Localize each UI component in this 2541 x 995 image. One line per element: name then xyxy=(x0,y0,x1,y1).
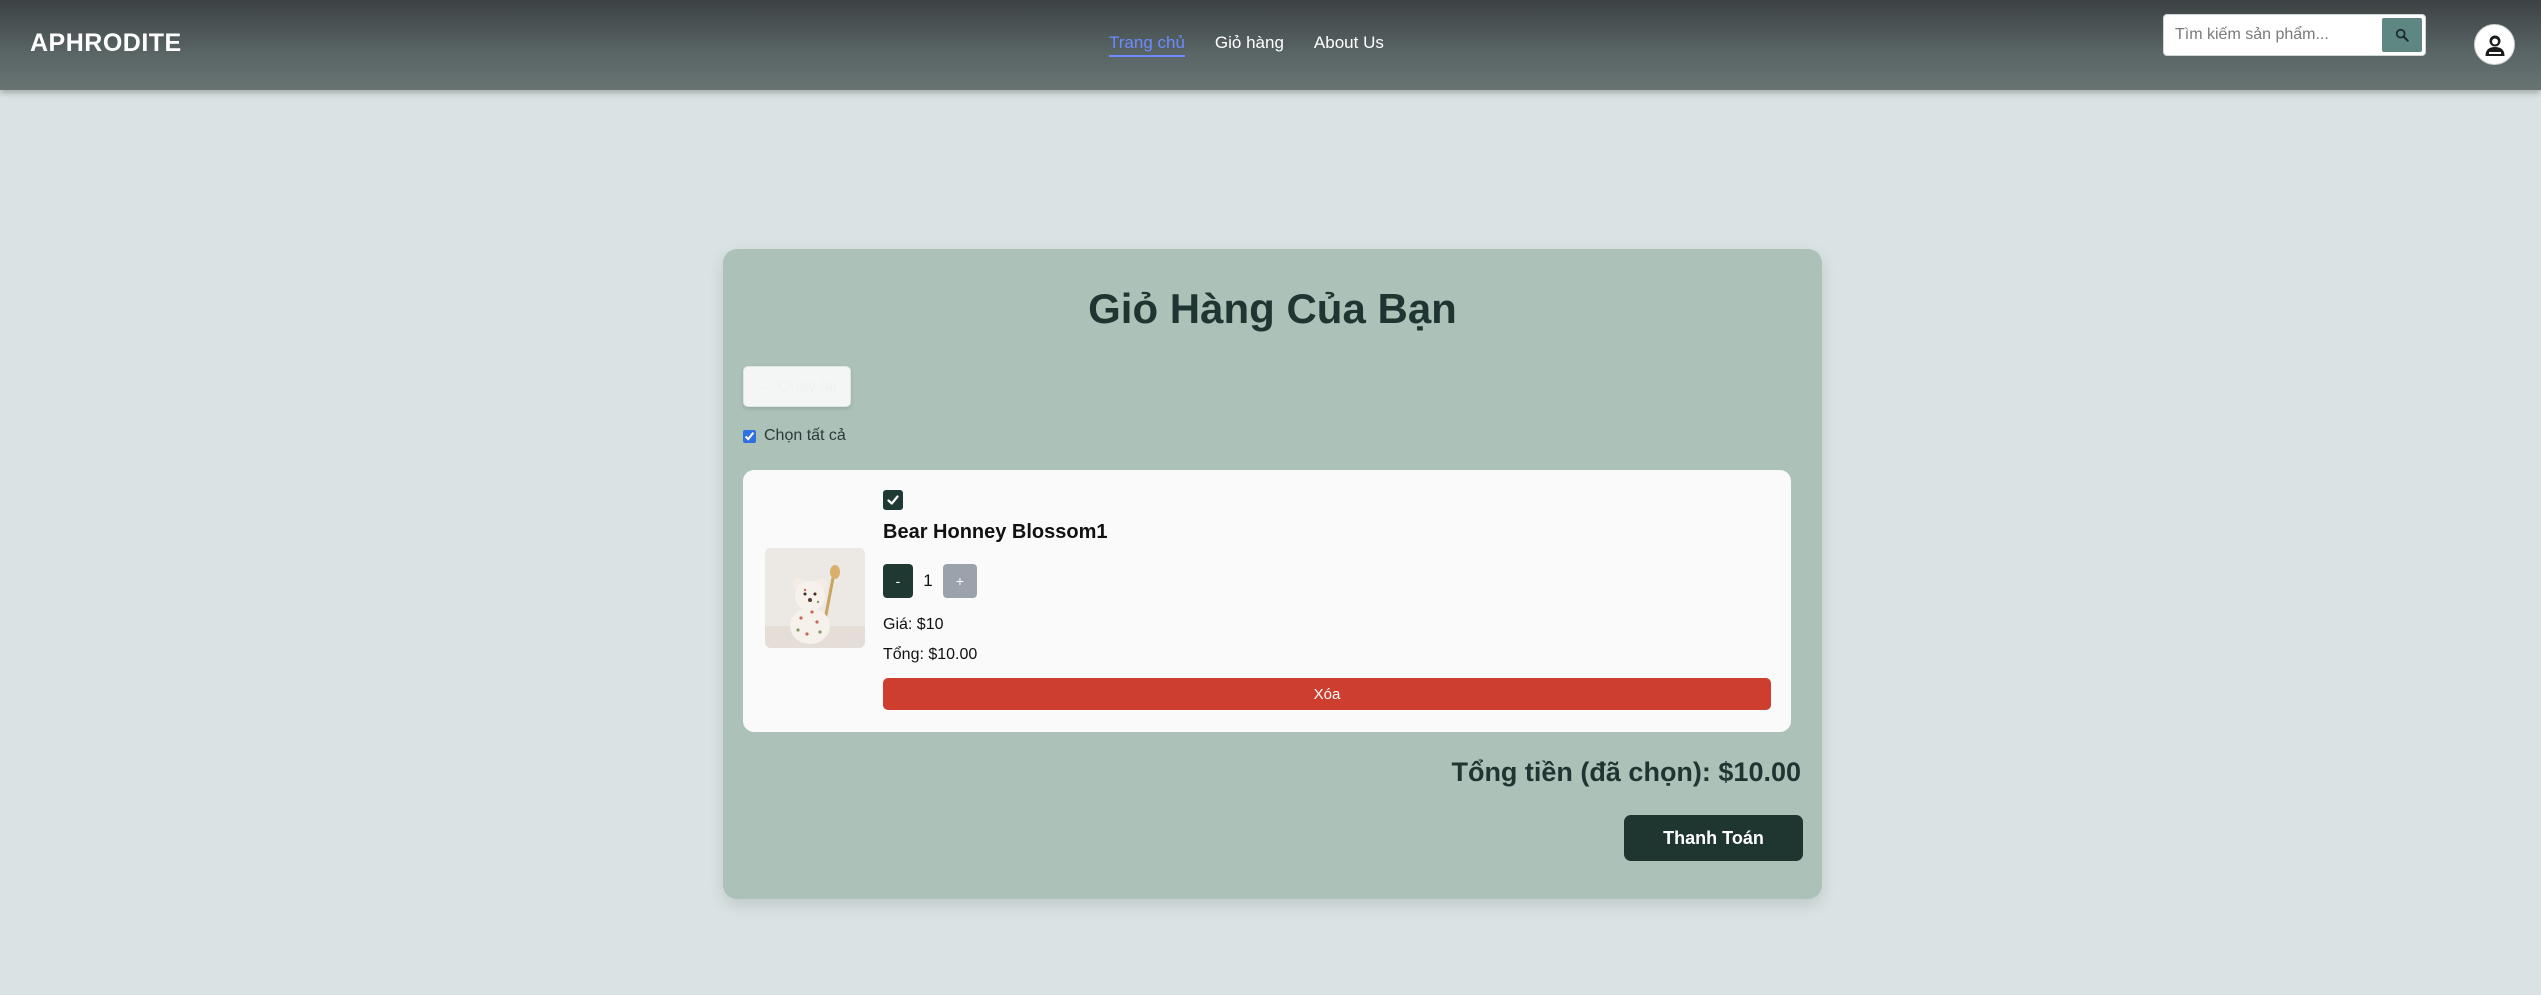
decrease-qty-button[interactable]: - xyxy=(883,564,913,598)
unit-price: Giá: $10 xyxy=(883,616,944,633)
back-button[interactable]: ← Quay lại xyxy=(743,366,851,407)
page-title: Giỏ Hàng Của Bạn xyxy=(1088,285,1457,332)
navbar: APHRODITE Trang chủ Giỏ hàng About Us xyxy=(0,0,2541,90)
delete-item-button[interactable]: Xóa xyxy=(883,678,1771,710)
nav-link-home[interactable]: Trang chủ xyxy=(1109,33,1185,57)
checkmark-icon xyxy=(887,495,899,505)
line-total: Tổng: $10.00 xyxy=(883,646,978,663)
quantity-value: 1 xyxy=(923,571,933,590)
product-image xyxy=(765,548,865,648)
cart-panel: Giỏ Hàng Của Bạn ← Quay lại Chọn tất cả xyxy=(723,249,1822,899)
select-all: Chọn tất cả xyxy=(743,427,846,445)
user-avatar[interactable] xyxy=(2474,24,2515,65)
nav-link-about[interactable]: About Us xyxy=(1314,33,1384,57)
search-box xyxy=(2163,14,2426,56)
grand-total: Tổng tiền (đã chọn): $10.00 xyxy=(1451,757,1801,787)
user-avatar-icon xyxy=(2485,35,2504,56)
teddy-bear-product-image xyxy=(765,548,865,648)
nav-links: Trang chủ Giỏ hàng About Us xyxy=(1109,33,1384,57)
nav-link-cart[interactable]: Giỏ hàng xyxy=(1215,33,1284,57)
search-icon xyxy=(2395,28,2409,42)
item-select-checkbox[interactable] xyxy=(883,490,903,510)
search-button[interactable] xyxy=(2382,18,2422,52)
product-name: Bear Honney Blossom1 xyxy=(883,521,1108,543)
increase-qty-button[interactable]: + xyxy=(943,564,977,598)
search-input[interactable] xyxy=(2167,19,2382,51)
cart-item: Bear Honney Blossom1 - 1 + Giá: $10 Tổng… xyxy=(743,470,1791,732)
checkout-button[interactable]: Thanh Toán xyxy=(1624,815,1803,861)
select-all-checkbox[interactable] xyxy=(743,429,756,443)
brand-logo[interactable]: APHRODITE xyxy=(30,29,182,58)
select-all-label: Chọn tất cả xyxy=(764,427,846,444)
quantity-stepper: - 1 + xyxy=(883,564,977,598)
